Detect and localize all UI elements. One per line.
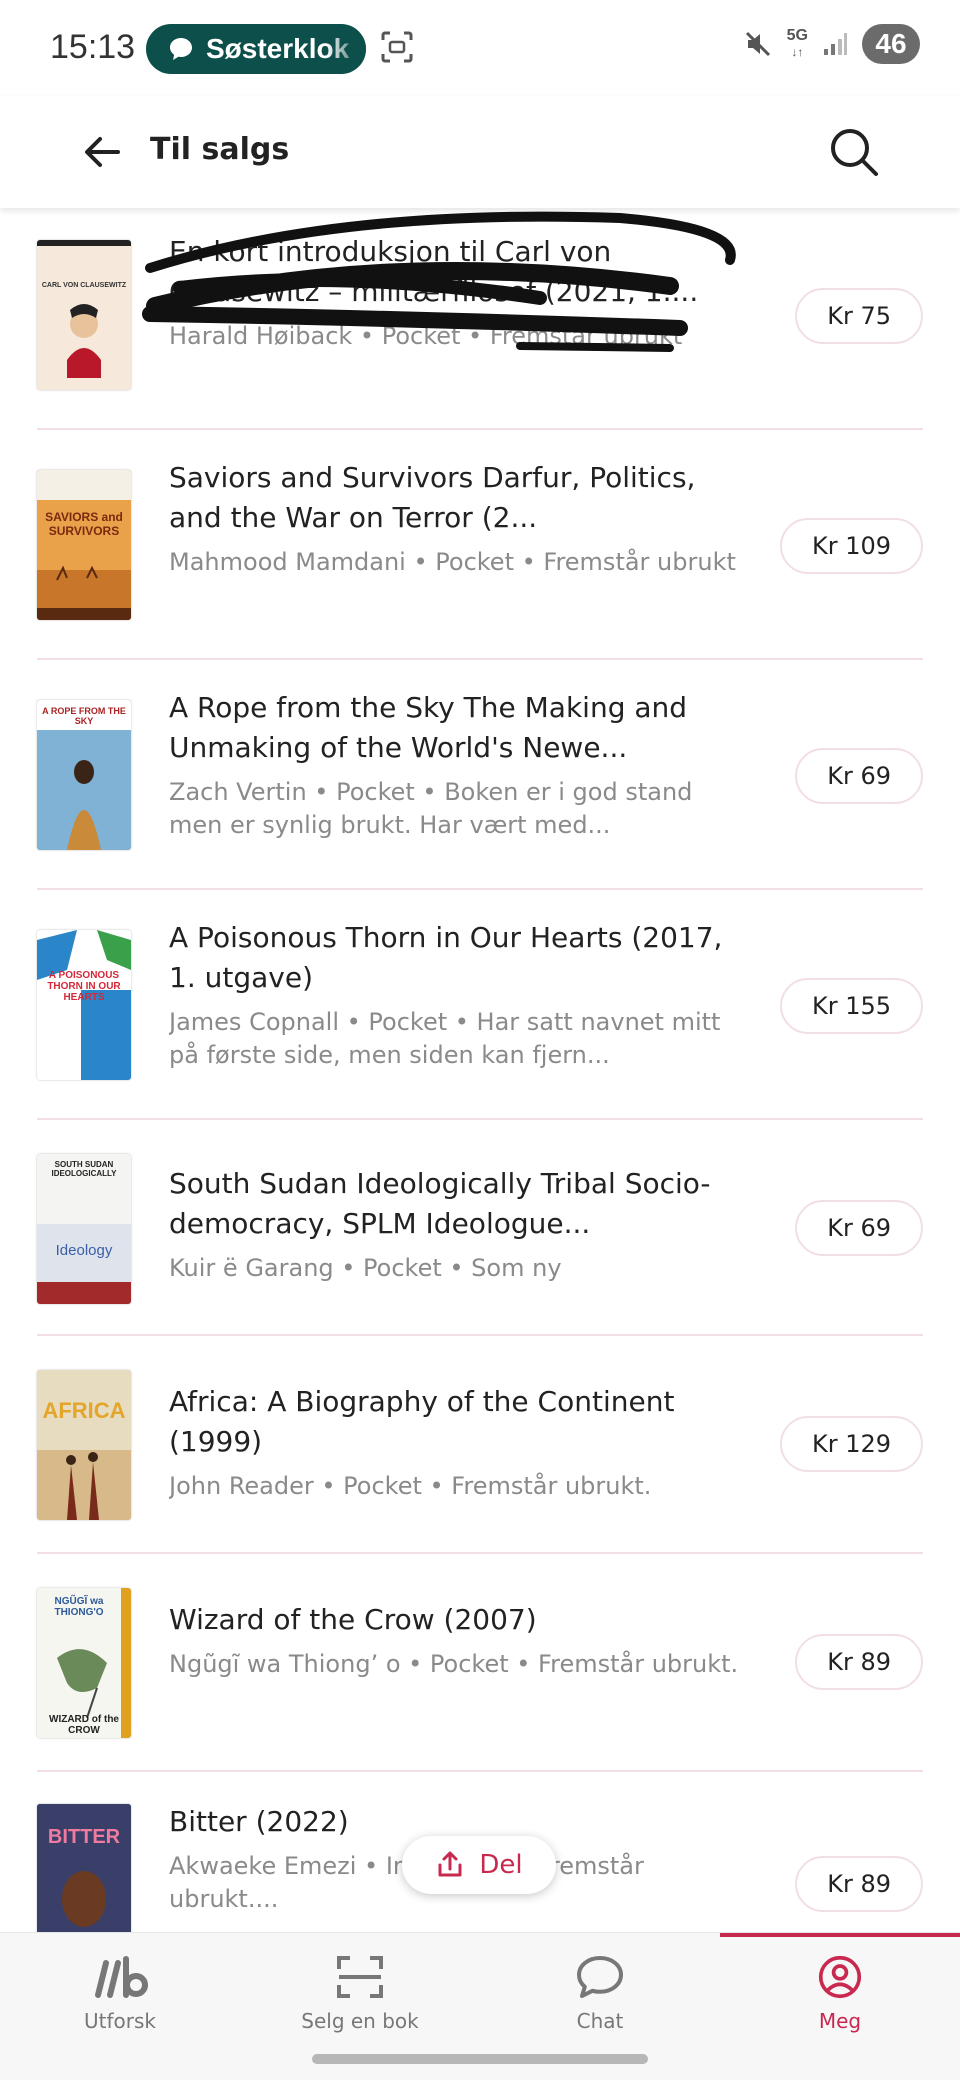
home-indicator[interactable] — [312, 2054, 648, 2064]
list-item[interactable]: AFRICA Africa: A Biography of the Contin… — [37, 1336, 923, 1554]
list-item[interactable]: CARL VON CLAUSEWITZ En kort introduksjon… — [37, 208, 923, 430]
nav-selg-en-bok[interactable]: Selg en bok — [240, 1933, 480, 2033]
book-info: A Rope from the Sky The Making and Unmak… — [169, 688, 749, 842]
book-cover: BITTER — [37, 1804, 131, 1932]
nav-label: Chat — [576, 2009, 624, 2033]
book-info: En kort introduksjon til Carl von Clause… — [169, 232, 749, 353]
signal-icon — [824, 33, 847, 55]
book-info: Wizard of the Crow (2007) Ngũgĩ wa Thion… — [169, 1600, 749, 1681]
battery-indicator: 46 — [862, 24, 920, 64]
book-meta: James Copnall • Pocket • Har satt navnet… — [169, 1008, 721, 1069]
book-meta: John Reader • Pocket • Fremstår ubrukt. — [169, 1472, 652, 1500]
book-title: En kort introduksjon til Carl von Clause… — [169, 235, 699, 308]
price-tag[interactable]: Kr 69 — [795, 748, 923, 804]
logo-icon — [95, 1956, 148, 1998]
book-info: South Sudan Ideologically Tribal Socio-d… — [169, 1164, 749, 1285]
book-cover: NGŨGĨ wa THIONG'O WIZARD of the CROW — [37, 1588, 131, 1738]
price-tag[interactable]: Kr 69 — [795, 1200, 923, 1256]
book-list[interactable]: CARL VON CLAUSEWITZ En kort introduksjon… — [0, 208, 960, 1932]
status-time: 15:13 — [50, 28, 136, 66]
book-title: Wizard of the Crow (2007) — [169, 1603, 537, 1636]
search-icon — [831, 129, 878, 176]
price-tag[interactable]: Kr 109 — [779, 518, 923, 574]
book-title: Africa: A Biography of the Continent (19… — [169, 1385, 675, 1458]
app-header: Til salgs — [0, 96, 960, 208]
nav-label: Meg — [818, 2009, 862, 2033]
back-button[interactable] — [76, 126, 128, 178]
chat-bubble-icon — [170, 38, 192, 60]
chat-icon — [577, 1956, 623, 1998]
book-cover: AFRICA — [37, 1370, 131, 1520]
book-cover: A POISONOUS THORN IN OUR HEARTS — [37, 930, 131, 1080]
list-item[interactable]: A POISONOUS THORN IN OUR HEARTS A Poison… — [37, 890, 923, 1120]
price-tag[interactable]: Kr 155 — [779, 978, 923, 1034]
arrow-left-icon — [85, 137, 120, 167]
nav-utforsk[interactable]: Utforsk — [0, 1933, 240, 2033]
book-cover: SAVIORS and SURVIVORS — [37, 470, 131, 620]
nav-chat[interactable]: Chat — [480, 1933, 720, 2033]
scan-icon — [337, 1956, 383, 1998]
list-item[interactable]: SAVIORS and SURVIVORS Saviors and Surviv… — [37, 430, 923, 660]
book-title: Saviors and Survivors Darfur, Politics, … — [169, 461, 696, 534]
book-meta: Harald Høiback • Pocket • Fremstår ubruk… — [169, 322, 683, 350]
search-button[interactable] — [822, 120, 886, 184]
book-meta: Mahmood Mamdani • Pocket • Fremstår ubru… — [169, 548, 736, 576]
list-item[interactable]: A ROPE FROM THE SKY A Rope from the Sky … — [37, 660, 923, 890]
book-cover: A ROPE FROM THE SKY — [37, 700, 131, 850]
book-meta: Zach Vertin • Pocket • Boken er i god st… — [169, 778, 693, 839]
share-button[interactable]: Del — [402, 1836, 556, 1894]
status-bar: 15:13 Søsterklok 5G ↓↑ 46 — [0, 0, 960, 96]
book-meta: Kuir ë Garang • Pocket • Som ny — [169, 1254, 562, 1282]
book-info: Saviors and Survivors Darfur, Politics, … — [169, 458, 749, 579]
profile-icon — [818, 1955, 862, 1999]
price-tag[interactable]: Kr 89 — [795, 1634, 923, 1690]
book-title: A Rope from the Sky The Making and Unmak… — [169, 691, 688, 764]
book-meta: Ngũgĩ wa Thiong’ o • Pocket • Fremstår u… — [169, 1650, 739, 1678]
page-title: Til salgs — [150, 132, 290, 167]
book-cover: SOUTH SUDAN IDEOLOGICALLY Ideology — [37, 1154, 131, 1304]
nav-meg[interactable]: Meg — [720, 1933, 960, 2033]
book-cover: CARL VON CLAUSEWITZ — [37, 240, 131, 390]
book-info: A Poisonous Thorn in Our Hearts (2017, 1… — [169, 918, 749, 1072]
book-title: South Sudan Ideologically Tribal Socio-d… — [169, 1167, 711, 1240]
list-item[interactable]: SOUTH SUDAN IDEOLOGICALLY Ideology South… — [37, 1120, 923, 1336]
price-tag[interactable]: Kr 129 — [779, 1416, 923, 1472]
network-indicator: 5G ↓↑ — [786, 27, 808, 60]
nav-label: Selg en bok — [301, 2009, 419, 2033]
list-item[interactable]: NGŨGĨ wa THIONG'O WIZARD of the CROW Wiz… — [37, 1554, 923, 1772]
share-label: Del — [479, 1850, 523, 1880]
screenshot-icon — [381, 31, 413, 63]
price-tag[interactable]: Kr 75 — [795, 288, 923, 344]
price-tag[interactable]: Kr 89 — [795, 1856, 923, 1912]
notification-pill[interactable]: Søsterklok — [146, 24, 366, 74]
share-icon — [438, 1851, 462, 1877]
book-title: A Poisonous Thorn in Our Hearts (2017, 1… — [169, 921, 723, 994]
book-info: Africa: A Biography of the Continent (19… — [169, 1382, 749, 1503]
nav-label: Utforsk — [84, 2009, 156, 2033]
mute-icon — [745, 31, 770, 57]
